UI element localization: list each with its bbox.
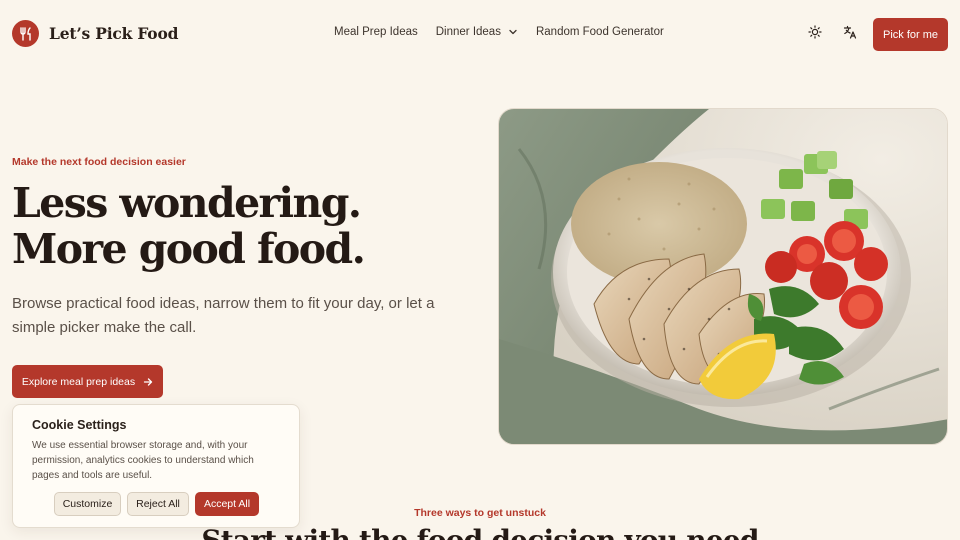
nav-dinner-dropdown[interactable]: Dinner Ideas <box>436 26 518 38</box>
hero-food-image <box>498 108 948 445</box>
brand-link[interactable]: Let’s Pick Food <box>12 20 178 47</box>
cookie-banner: Cookie Settings We use essential browser… <box>12 404 300 528</box>
hero-eyebrow: Make the next food decision easier <box>12 156 186 168</box>
pick-for-me-button[interactable]: Pick for me <box>873 18 948 51</box>
site-header: Let’s Pick Food Meal Prep Ideas Dinner I… <box>0 0 960 68</box>
explore-meal-prep-label: Explore meal prep ideas <box>21 375 136 388</box>
cookie-accept-button[interactable]: Accept All <box>195 492 259 516</box>
language-button[interactable] <box>840 24 860 44</box>
sun-icon <box>808 24 822 44</box>
brand-name: Let’s Pick Food <box>49 24 179 43</box>
fork-knife-icon <box>12 20 39 47</box>
cookie-customize-button[interactable]: Customize <box>54 492 121 516</box>
hero-title-line-2: More good food. <box>12 225 366 273</box>
main-nav: Meal Prep Ideas Dinner Ideas Random Food… <box>334 26 682 38</box>
nav-dinner-label: Dinner Ideas <box>435 26 501 38</box>
cookie-title: Cookie Settings <box>32 418 127 432</box>
hero-title-line-1: Less wondering. <box>12 179 362 227</box>
theme-toggle-button[interactable] <box>805 24 825 44</box>
nav-random-label: Random Food Generator <box>535 26 664 38</box>
hero-description: Browse practical food ideas, narrow them… <box>12 295 435 336</box>
cookie-reject-button[interactable]: Reject All <box>127 492 189 516</box>
explore-meal-prep-button[interactable]: Explore meal prep ideas <box>12 365 163 398</box>
nav-random-generator[interactable]: Random Food Generator <box>536 26 664 38</box>
arrow-right-icon <box>143 377 153 387</box>
chevron-down-icon <box>508 27 518 37</box>
nav-meal-prep[interactable]: Meal Prep Ideas <box>334 26 418 38</box>
hero-title: Less wondering. More good food. <box>12 180 432 272</box>
cookie-description: We use essential browser storage and, wi… <box>32 440 254 481</box>
translate-icon <box>843 25 857 44</box>
nav-meal-prep-label: Meal Prep Ideas <box>334 26 418 38</box>
